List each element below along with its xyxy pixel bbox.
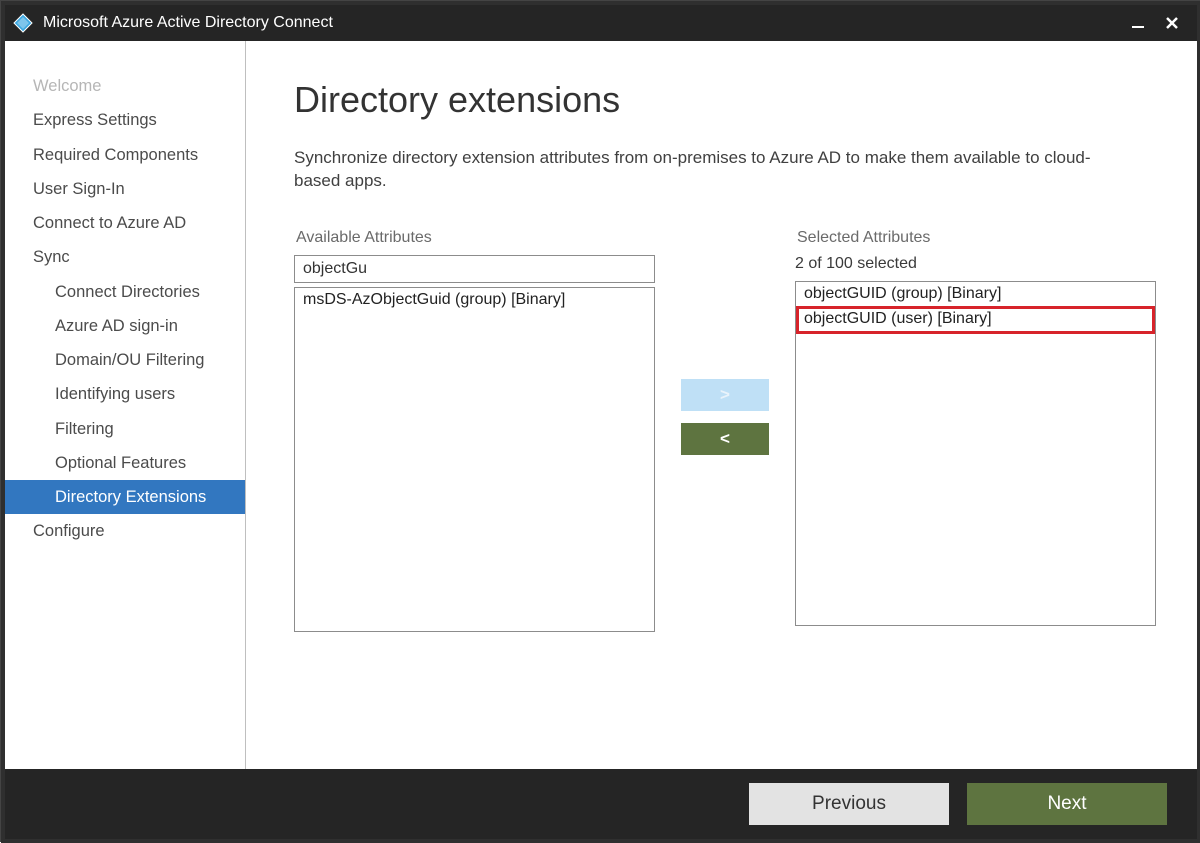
selected-label: Selected Attributes [795, 229, 1156, 247]
nav-required-components[interactable]: Required Components [5, 138, 245, 172]
titlebar: Microsoft Azure Active Directory Connect [5, 5, 1197, 41]
nav-sync[interactable]: Sync [5, 240, 245, 274]
add-attribute-button[interactable]: > [681, 379, 769, 411]
azure-icon [13, 13, 33, 33]
selected-column: Selected Attributes 2 of 100 selected ob… [795, 229, 1156, 626]
mover-buttons: > < [675, 229, 775, 455]
nav-filtering[interactable]: Filtering [5, 412, 245, 446]
available-column: Available Attributes msDS-AzObjectGuid (… [294, 229, 655, 632]
content-area: Directory extensions Synchronize directo… [246, 41, 1197, 769]
selected-listbox[interactable]: objectGUID (group) [Binary] objectGUID (… [795, 281, 1156, 626]
nav-connect-directories[interactable]: Connect Directories [5, 275, 245, 309]
available-filter-input[interactable] [294, 255, 655, 283]
nav-azure-ad-sign-in[interactable]: Azure AD sign-in [5, 309, 245, 343]
footer: Previous Next [5, 769, 1197, 839]
next-button[interactable]: Next [967, 783, 1167, 825]
nav-user-sign-in[interactable]: User Sign-In [5, 172, 245, 206]
minimize-button[interactable] [1121, 9, 1155, 37]
nav-connect-azure-ad[interactable]: Connect to Azure AD [5, 206, 245, 240]
nav-domain-ou-filtering[interactable]: Domain/OU Filtering [5, 343, 245, 377]
main-area: Welcome Express Settings Required Compon… [5, 41, 1197, 769]
nav-directory-extensions[interactable]: Directory Extensions [5, 480, 245, 514]
nav-identifying-users[interactable]: Identifying users [5, 377, 245, 411]
selected-item[interactable]: objectGUID (group) [Binary] [796, 282, 1155, 306]
available-listbox[interactable]: msDS-AzObjectGuid (group) [Binary] [294, 287, 655, 632]
window-title: Microsoft Azure Active Directory Connect [43, 14, 1121, 32]
nav-configure[interactable]: Configure [5, 514, 245, 548]
selected-item-highlighted[interactable]: objectGUID (user) [Binary] [796, 306, 1155, 334]
remove-attribute-button[interactable]: < [681, 423, 769, 455]
sidebar: Welcome Express Settings Required Compon… [5, 41, 246, 769]
nav-optional-features[interactable]: Optional Features [5, 446, 245, 480]
available-label: Available Attributes [294, 229, 655, 247]
close-button[interactable] [1155, 9, 1189, 37]
nav-express-settings[interactable]: Express Settings [5, 103, 245, 137]
page-title: Directory extensions [294, 79, 1157, 121]
nav-welcome: Welcome [5, 69, 245, 103]
previous-button[interactable]: Previous [749, 783, 949, 825]
selected-count: 2 of 100 selected [795, 255, 1156, 273]
attribute-columns: Available Attributes msDS-AzObjectGuid (… [294, 229, 1157, 632]
page-description: Synchronize directory extension attribut… [294, 147, 1134, 193]
available-item[interactable]: msDS-AzObjectGuid (group) [Binary] [295, 288, 654, 312]
